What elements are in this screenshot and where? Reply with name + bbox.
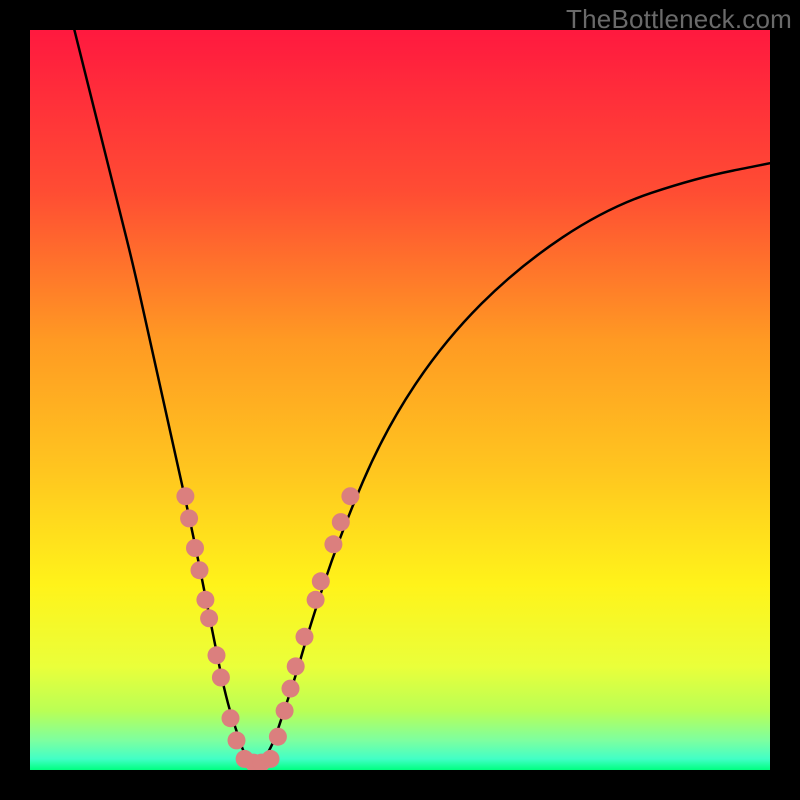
data-dot — [208, 646, 226, 664]
data-dot — [276, 702, 294, 720]
data-dot — [341, 487, 359, 505]
plot-area — [30, 30, 770, 770]
data-dot — [191, 561, 209, 579]
bottleneck-curve — [74, 30, 770, 763]
data-dot — [186, 539, 204, 557]
highlight-dots — [176, 487, 359, 770]
data-dot — [324, 535, 342, 553]
data-dot — [262, 750, 280, 768]
data-dot — [176, 487, 194, 505]
data-dot — [200, 609, 218, 627]
data-dot — [228, 731, 246, 749]
data-dot — [296, 628, 314, 646]
data-dot — [222, 709, 240, 727]
data-dot — [332, 513, 350, 531]
chart-svg — [30, 30, 770, 770]
data-dot — [196, 591, 214, 609]
chart-frame: TheBottleneck.com — [0, 0, 800, 800]
data-dot — [307, 591, 325, 609]
watermark-text: TheBottleneck.com — [566, 4, 792, 35]
data-dot — [212, 669, 230, 687]
data-dot — [180, 509, 198, 527]
data-dot — [269, 728, 287, 746]
data-dot — [287, 657, 305, 675]
data-dot — [312, 572, 330, 590]
data-dot — [282, 680, 300, 698]
